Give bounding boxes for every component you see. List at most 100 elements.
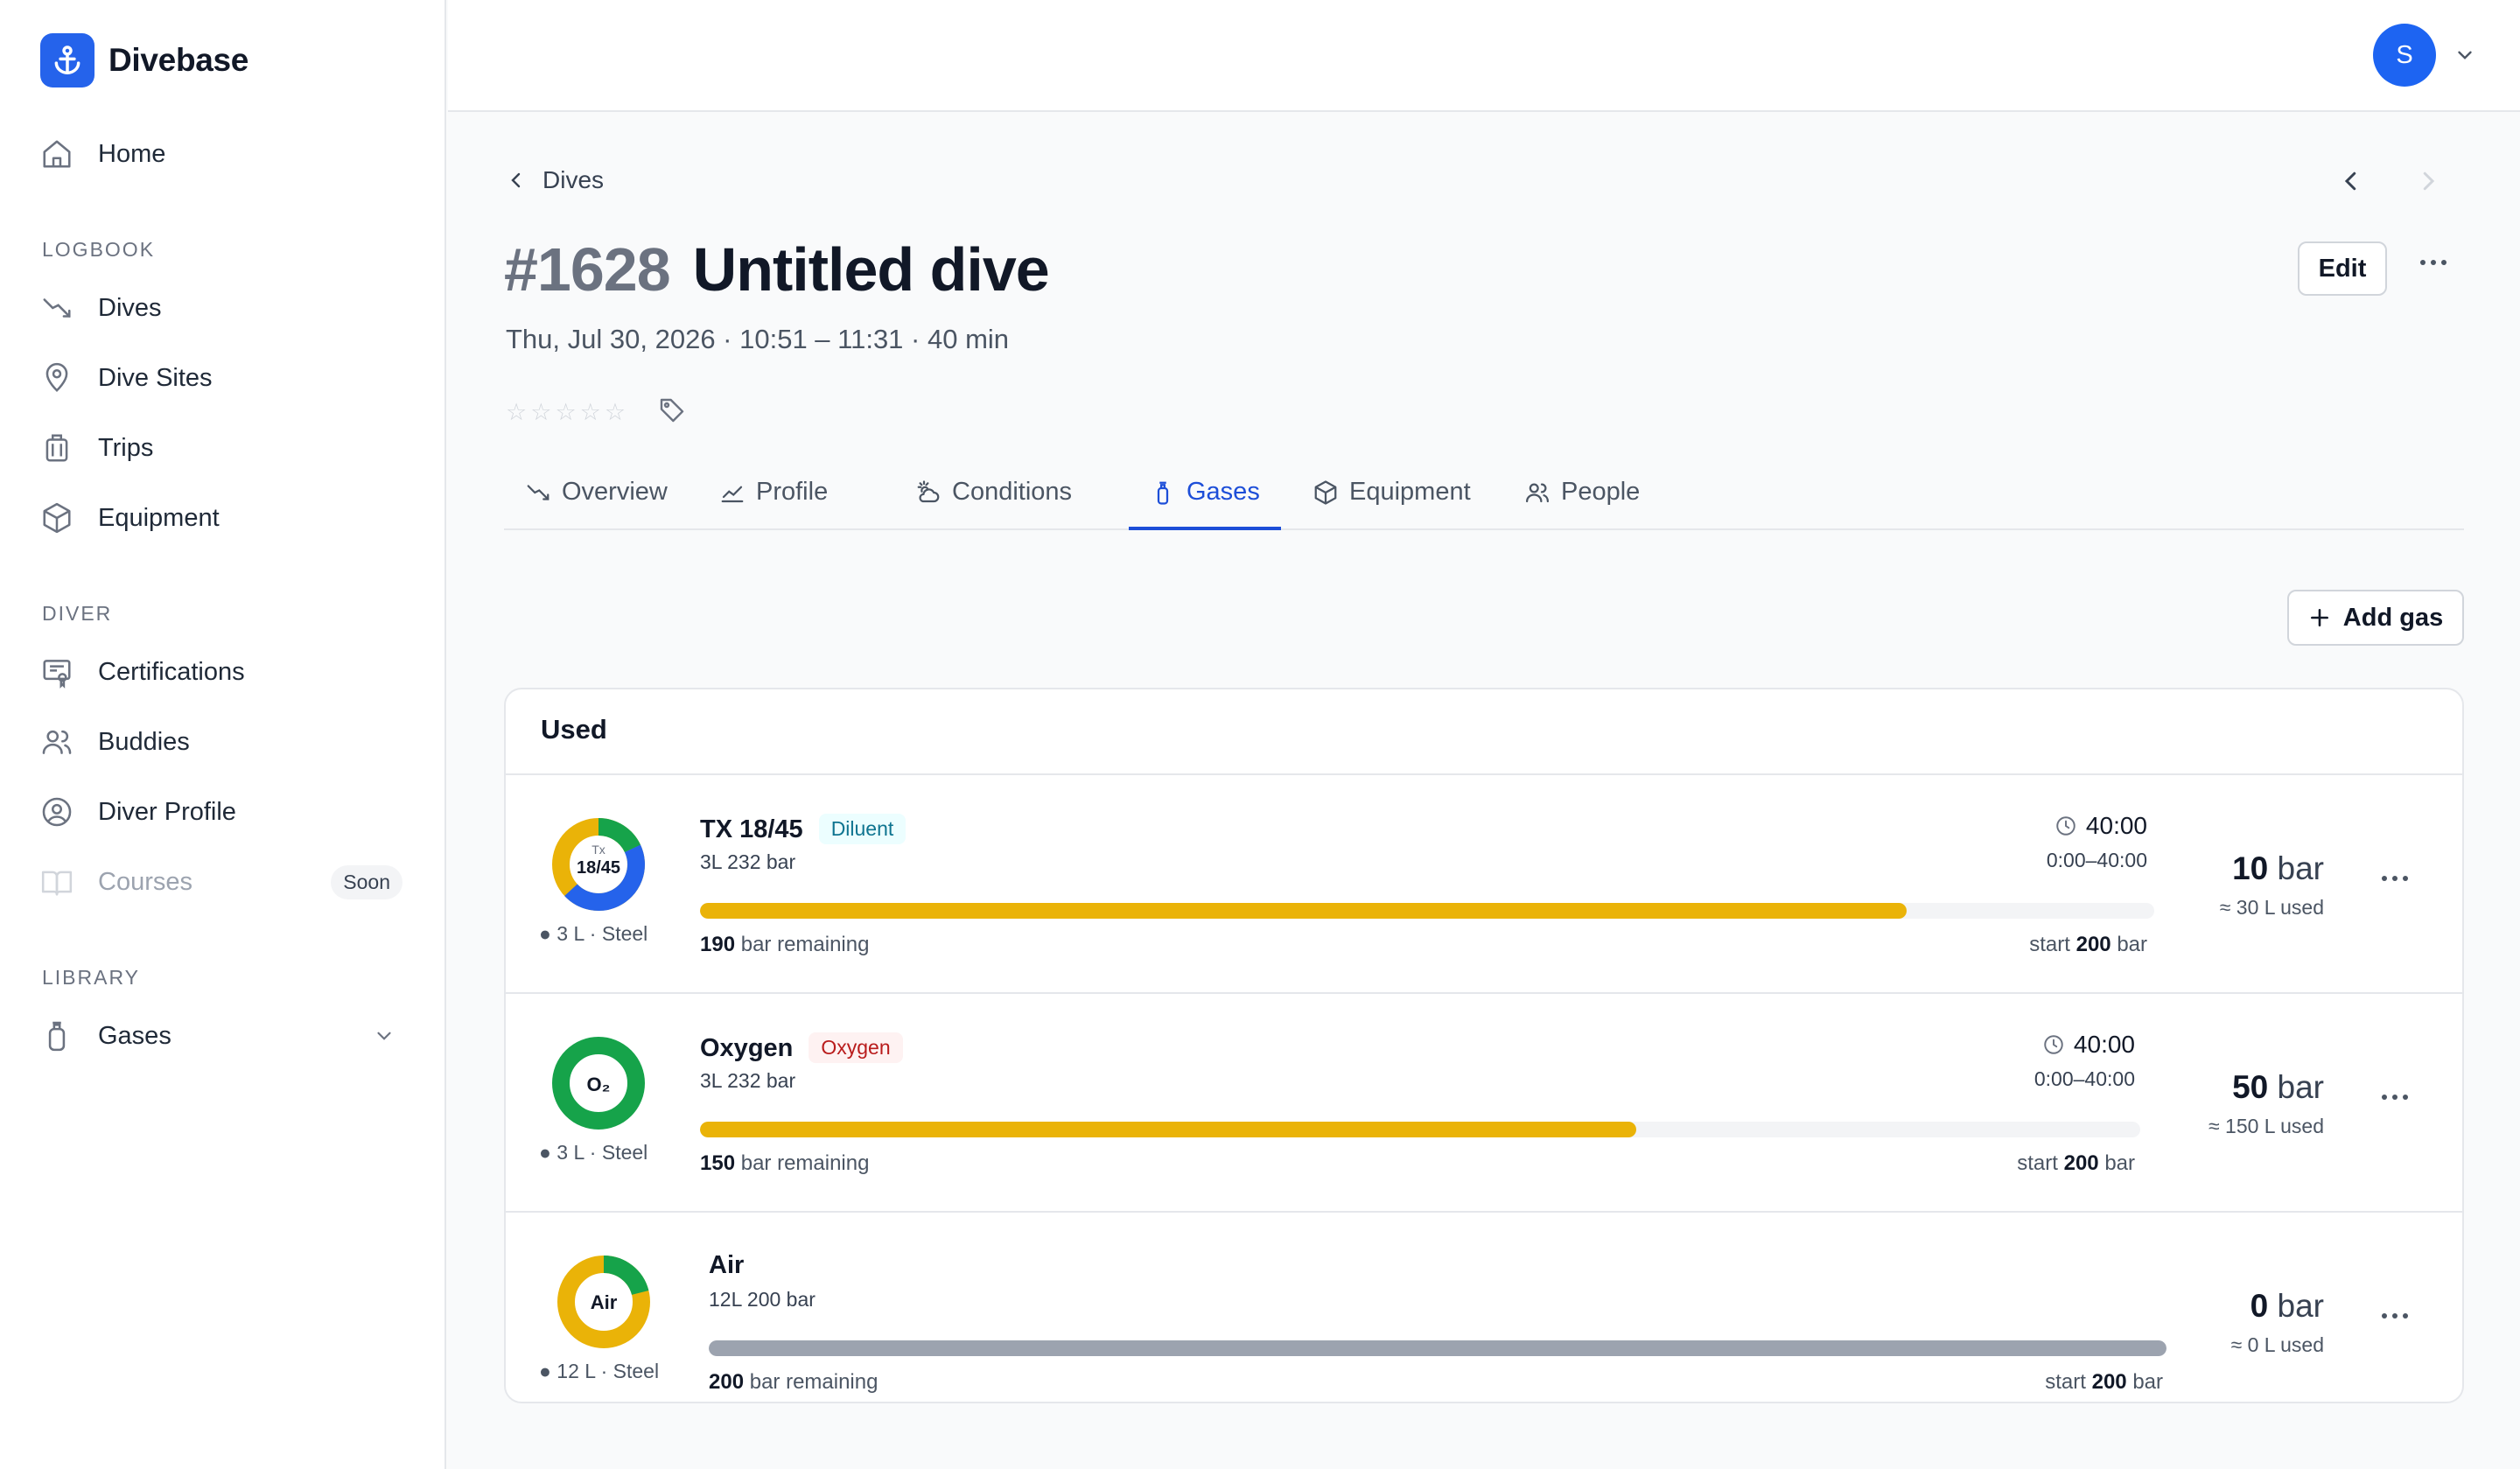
pressure-bar [700,1122,2140,1137]
used-volume: ≈ 30 L used [2219,896,2324,919]
star-icon[interactable]: ☆ [506,399,527,426]
gas-spec: 12L 200 bar [709,1288,816,1311]
gas-row[interactable]: O₂ ● 3 L · Steel Oxygen Oxygen 3L 232 bar… [506,992,2462,1211]
sidebar-item-gases[interactable]: Gases [40,1010,408,1062]
anchor-icon [40,33,94,87]
brand-name: Divebase [108,42,249,78]
role-badge: Oxygen [808,1032,903,1063]
edit-button[interactable]: Edit [2298,241,2387,296]
used-pressure: 50 bar [2232,1069,2324,1106]
sidebar-item-home[interactable]: Home [40,128,408,180]
start-value: 200 [2091,1370,2127,1394]
card-title: Used [541,714,607,745]
used-pressure: 0 bar [2250,1288,2324,1325]
gas-mix-donut: Tx 18/45 [552,818,645,911]
next-dive-button[interactable] [2415,168,2441,194]
pressure-bar [709,1340,2166,1356]
add-gas-button[interactable]: Add gas [2287,590,2464,646]
chevron-down-icon[interactable] [373,1025,396,1047]
used-value: 50 [2232,1069,2269,1105]
tab-gases[interactable]: Gases [1129,478,1281,530]
gas-cylinder-icon [48,1021,66,1052]
sidebar-item-label: Buddies [98,727,190,756]
time-duration: 40:00 [2085,812,2147,839]
sidebar-item-label: Trips [98,433,154,462]
star-rating[interactable]: ☆ ☆ ☆ ☆ ☆ [506,399,626,426]
remaining-pressure: 190 bar remaining [700,933,869,957]
remaining-pressure: 150 bar remaining [700,1151,869,1176]
sidebar-item-label: Certifications [98,657,245,686]
start-pressure: start 200 bar [2029,933,2147,957]
gas-name-text: TX 18/45 [700,815,803,843]
tab-people[interactable]: People [1503,478,1661,530]
tab-overview[interactable]: Overview [504,478,689,530]
tab-label: Conditions [952,478,1073,506]
gas-name: TX 18/45 Diluent [700,814,906,844]
sidebar-item-equipment[interactable]: Equipment [40,492,408,544]
page-title: #1628 Untitled dive [504,234,1050,304]
remaining-text: bar remaining [749,1370,878,1394]
sidebar-item-label: Courses [98,867,192,896]
avatar[interactable]: S [2373,24,2436,87]
remaining-text: bar remaining [740,1151,870,1175]
section-label-diver: DIVER [42,602,113,625]
previous-dive-button[interactable] [2338,168,2364,194]
clock-icon [2044,1035,2063,1054]
gas-row[interactable]: Tx 18/45 ● 3 L · Steel TX 18/45 Diluent 3… [506,773,2462,992]
brand[interactable]: Divebase [40,33,248,87]
sidebar: Divebase Home LOGBOOK Dives Dive Sites T… [0,0,446,1469]
more-options-icon[interactable] [2380,873,2410,884]
tank-meta: ● 3 L · Steel [539,922,648,945]
used-unit: bar [2277,1069,2324,1105]
users-icon [1526,483,1549,503]
luggage-icon [46,434,68,462]
start-prefix: start [2017,1151,2058,1175]
topbar: S [448,0,2520,112]
sidebar-item-label: Diver Profile [98,797,236,826]
sidebar-item-buddies[interactable]: Buddies [40,716,408,768]
start-value: 200 [2063,1151,2099,1175]
sidebar-item-trips[interactable]: Trips [40,422,408,474]
star-icon[interactable]: ☆ [555,399,576,426]
start-prefix: start [2029,933,2070,956]
book-open-icon [41,871,73,896]
tank-meta-text: 3 L · Steel [556,1141,648,1164]
used-gases-card: Used Tx 18/45 ● 3 L · Steel TX 18/45 Dilu… [504,688,2464,1403]
certificate-icon [43,660,71,689]
remaining-pressure: 200 bar remaining [709,1370,878,1395]
used-volume: ≈ 0 L used [2230,1333,2324,1356]
sidebar-item-dive-sites[interactable]: Dive Sites [40,352,408,404]
sidebar-item-certifications[interactable]: Certifications [40,646,408,698]
more-options-icon[interactable] [2380,1311,2410,1321]
tab-label: Equipment [1349,478,1471,506]
gas-row[interactable]: Air ● 12 L · Steel Air 12L 200 bar 200 b… [506,1211,2462,1402]
more-options-icon[interactable] [2380,1092,2410,1102]
donut-label: O₂ [587,1074,611,1095]
star-icon[interactable]: ☆ [605,399,626,426]
start-value: 200 [2076,933,2111,956]
sidebar-item-dives[interactable]: Dives [40,282,408,334]
section-label-library: LIBRARY [42,966,141,989]
chevron-left-icon [511,172,521,188]
pressure-bar-fill [709,1340,2166,1356]
tag-icon[interactable] [658,396,686,424]
time-range: 0:00–40:00 [2034,1067,2135,1090]
sidebar-item-diver-profile[interactable]: Diver Profile [40,786,408,838]
sidebar-item-courses[interactable]: Courses Soon [40,856,408,908]
plus-icon [2310,609,2328,626]
star-icon[interactable]: ☆ [530,399,551,426]
tab-conditions[interactable]: Conditions [894,478,1093,530]
back-to-dives-link[interactable]: Dives [506,166,604,194]
tab-profile[interactable]: Profile [698,478,849,530]
start-unit: bar [2104,1151,2135,1175]
gas-spec: 3L 232 bar [700,850,796,873]
gas-cylinder-icon [1157,481,1169,505]
role-badge: Diluent [818,814,906,844]
used-unit: bar [2277,850,2324,886]
gas-spec: 3L 232 bar [700,1069,796,1092]
sun-cloud-icon [917,480,940,503]
tab-equipment[interactable]: Equipment [1292,478,1492,530]
chevron-down-icon[interactable] [2454,44,2476,66]
more-options-icon[interactable] [2418,257,2448,268]
star-icon[interactable]: ☆ [580,399,601,426]
